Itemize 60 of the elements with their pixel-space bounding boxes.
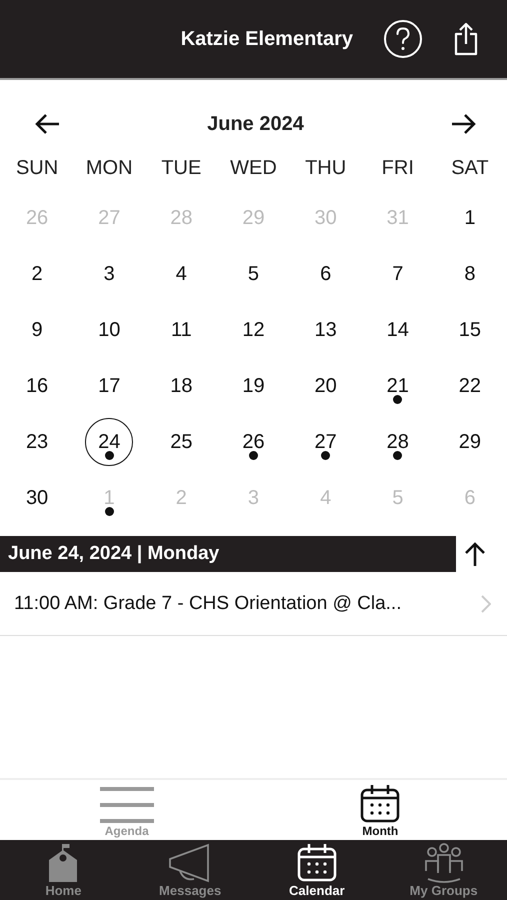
collapse-button[interactable] [464,541,486,567]
tab-bar-item[interactable]: Home [0,840,127,900]
previous-month-button[interactable] [34,113,60,135]
school-title: Katzie Elementary [180,28,353,50]
calendar-day[interactable]: 29 [446,418,494,466]
help-button[interactable] [383,19,423,59]
calendar-day[interactable]: 17 [85,362,134,410]
calendar-day[interactable]: 26 [229,418,278,466]
left-arrow-icon [34,113,60,135]
calendar-day[interactable]: 7 [374,250,422,298]
weekday-label: THU [304,156,348,181]
event-title: 11:00 AM: Grade 7 - CHS Orientation @ Cla... [14,592,402,614]
calendar-day[interactable]: 6 [302,250,350,298]
calendar-day[interactable]: 1 [446,194,494,242]
weekday-label: WED [229,156,278,181]
calendar-day[interactable]: 23 [13,418,62,466]
calendar-icon [359,784,402,824]
calendar-day[interactable]: 16 [13,362,62,410]
weekday-label: TUE [160,156,202,181]
calendar-day[interactable]: 25 [157,418,206,466]
tab-bar-item[interactable]: My Groups [380,840,507,900]
event-row[interactable]: 11:00 AM: Grade 7 - CHS Orientation @ Cla... [0,572,507,636]
next-month-button[interactable] [450,113,477,135]
weekday-label: FRI [380,156,415,181]
up-arrow-icon [464,541,486,567]
weekday-label: SUN [14,156,60,181]
menu-lines-icon [100,786,154,824]
calendar-day[interactable]: 15 [446,306,494,354]
calendar-day[interactable]: 5 [229,250,278,298]
weekday-label: MON [84,156,134,181]
calendar-day[interactable]: 28 [374,418,422,466]
share-button[interactable] [453,22,479,56]
calendar-day[interactable]: 22 [446,362,494,410]
selected-date-bar: June 24, 2024 | Monday [0,536,456,572]
weekday-label: SAT [450,156,490,181]
tab-bar-item[interactable]: Calendar [254,840,380,900]
calendar-day[interactable]: 12 [229,306,278,354]
calendar-day[interactable]: 13 [302,306,350,354]
calendar-day[interactable]: 2 [13,250,62,298]
chevron-icon [481,594,491,612]
calendar-day[interactable]: 18 [157,362,206,410]
right-arrow-icon [450,113,477,135]
calendar-day[interactable]: 19 [229,362,278,410]
calendar-day[interactable]: 9 [13,306,62,354]
calendar-day[interactable]: 4 [157,250,206,298]
calendar-day[interactable]: 27 [302,418,350,466]
calendar-day[interactable]: 14 [374,306,422,354]
view-tab[interactable]: Month [254,780,507,840]
calendar-day[interactable]: 3 [85,250,134,298]
help-icon [383,19,423,59]
month-title: June 2024 [207,112,304,136]
calendar-day[interactable]: 11 [157,306,206,354]
calendar-day[interactable]: 30 [13,474,62,522]
calendar-day[interactable]: 10 [85,306,134,354]
calendar-day[interactable]: 20 [302,362,350,410]
calendar-day[interactable]: 21 [374,362,422,410]
calendar-icon [296,843,338,883]
tab-bar-item[interactable]: Messages [126,840,254,900]
calendar-day[interactable]: 8 [446,250,494,298]
share-icon [453,22,479,56]
